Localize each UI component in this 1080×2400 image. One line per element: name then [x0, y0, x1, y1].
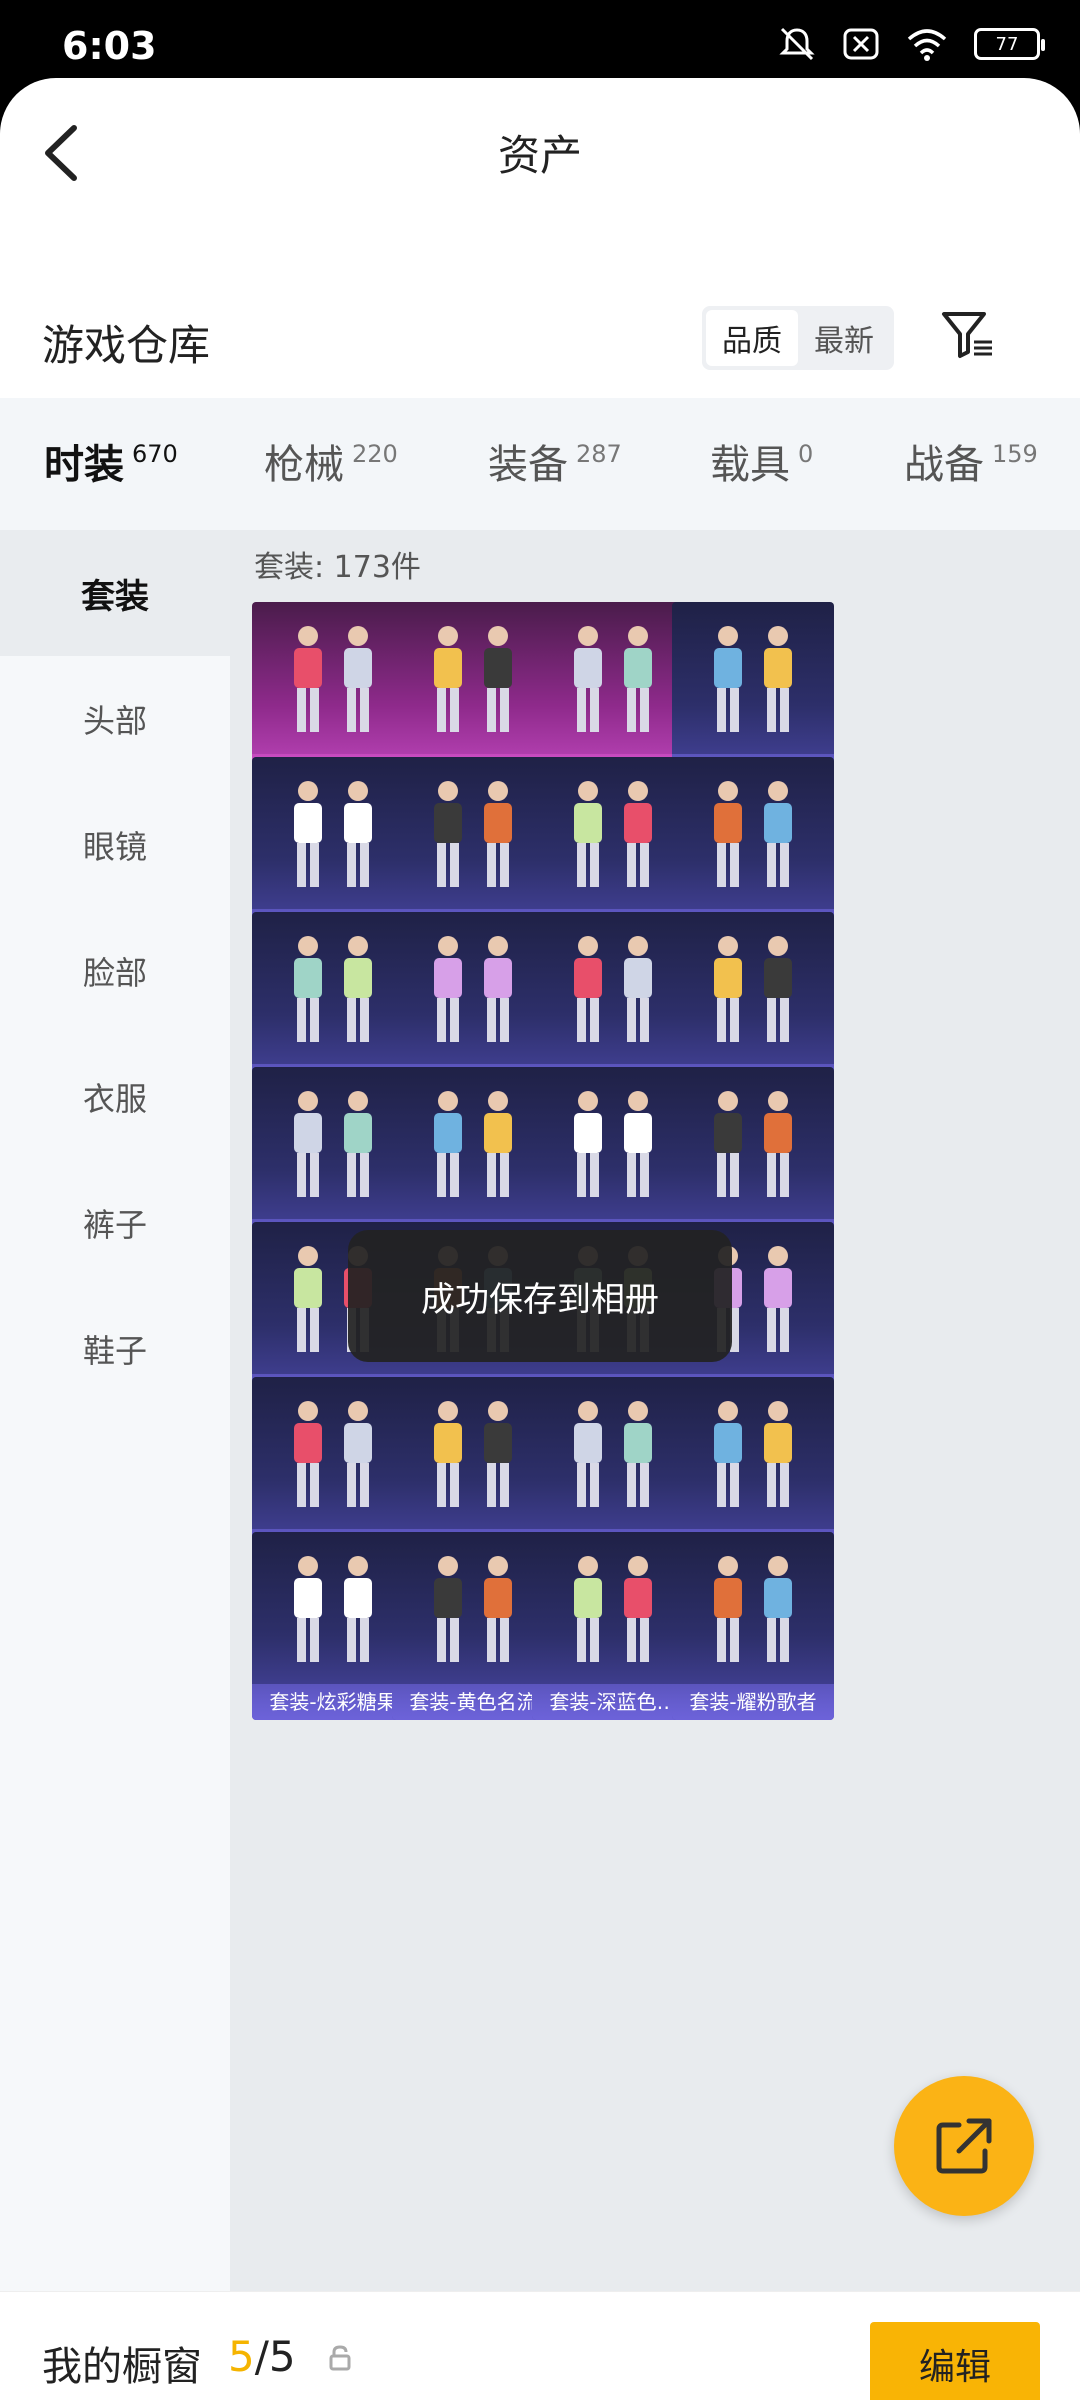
share-button[interactable] [894, 2076, 1034, 2216]
tab-count: 287 [576, 440, 622, 468]
outfit-thumbnail [434, 781, 512, 887]
tab-count: 220 [352, 440, 398, 468]
wifi-icon [907, 29, 947, 61]
outfit-thumbnail [434, 1091, 512, 1197]
tab-guns[interactable]: 枪械 220 [264, 432, 398, 490]
outfit-thumbnail [574, 1401, 652, 1507]
sidebar-item-clothes[interactable]: 衣服 [0, 1034, 230, 1160]
outfit-thumbnail [434, 1556, 512, 1662]
outfit-thumbnail [294, 936, 372, 1042]
showcase-count-current: 5 [228, 2332, 255, 2381]
status-time: 6:03 [62, 24, 157, 68]
sidebar-item-pants[interactable]: 裤子 [0, 1160, 230, 1286]
showcase-count-total: /5 [254, 2332, 296, 2381]
item-count-label: 套装: 173件 [254, 550, 421, 585]
tab-label: 装备 [488, 442, 568, 488]
showcase-bar: 我的橱窗 5/5 编辑 [0, 2291, 1080, 2400]
tab-label: 载具 [710, 442, 790, 488]
warehouse-header: 游戏仓库 品质 最新 [0, 296, 1080, 386]
item-card[interactable]: 套装-炫彩糖果 [252, 1532, 414, 1720]
filter-icon[interactable] [938, 304, 998, 364]
outfit-thumbnail [574, 1091, 652, 1197]
sort-newest-button[interactable]: 最新 [798, 310, 890, 366]
outfit-thumbnail [434, 626, 512, 732]
battery-icon: 77 [974, 28, 1045, 60]
outfit-thumbnail [714, 1556, 792, 1662]
outfit-thumbnail [714, 1401, 792, 1507]
sidebar-item-head[interactable]: 头部 [0, 656, 230, 782]
tab-label: 时装 [44, 442, 124, 488]
item-name: 套装-炫彩糖果 [252, 1684, 414, 1720]
outfit-thumbnail [574, 1556, 652, 1662]
tab-vehicles[interactable]: 载具 0 [710, 432, 813, 490]
outfit-thumbnail [294, 1401, 372, 1507]
mute-icon [779, 27, 815, 61]
tab-fashion[interactable]: 时装 670 [44, 432, 178, 490]
item-name: 套装-黄色名流 [392, 1684, 554, 1720]
item-card[interactable]: 套装-耀粉歌者 [672, 1532, 834, 1720]
tab-count: 0 [798, 440, 814, 468]
sort-toggle: 品质 最新 [702, 306, 894, 370]
item-card[interactable]: 套装-深蓝色… [532, 1532, 694, 1720]
outfit-thumbnail [294, 626, 372, 732]
sort-quality-button[interactable]: 品质 [706, 310, 798, 366]
tab-label: 战备 [904, 442, 984, 488]
share-icon [936, 2118, 992, 2174]
outfit-thumbnail [294, 1091, 372, 1197]
tab-supplies[interactable]: 战备 159 [904, 432, 1038, 490]
sub-category-sidebar: 套装 头部 眼镜 脸部 衣服 裤子 鞋子 [0, 530, 230, 2292]
outfit-thumbnail [574, 936, 652, 1042]
item-card[interactable]: 套装-黄色名流 [392, 1532, 554, 1720]
showcase-count: 5/5 [228, 2332, 296, 2381]
outfit-thumbnail [294, 781, 372, 887]
category-tabs: 时装 670 枪械 220 装备 287 载具 0 战备 159 [0, 398, 1080, 530]
outfit-thumbnail [714, 1091, 792, 1197]
status-bar: 6:03 77 [0, 0, 1080, 90]
page-title: 资产 [497, 131, 582, 180]
item-name: 套装-耀粉歌者 [672, 1684, 834, 1720]
warehouse-title: 游戏仓库 [42, 321, 211, 370]
outfit-thumbnail [434, 1401, 512, 1507]
sidebar-item-face[interactable]: 脸部 [0, 908, 230, 1034]
sim-off-icon [843, 28, 879, 60]
tab-count: 670 [132, 440, 178, 468]
app-screen: 资产 游戏仓库 品质 最新 时装 670 枪械 220 装备 287 载具 0 战备 15… [0, 78, 1080, 2400]
outfit-thumbnail [434, 936, 512, 1042]
showcase-label: 我的橱窗 [42, 2344, 202, 2390]
status-icons: 77 [778, 26, 1045, 62]
sidebar-item-suit[interactable]: 套装 [0, 530, 230, 656]
tab-count: 159 [992, 440, 1038, 468]
sidebar-item-shoes[interactable]: 鞋子 [0, 1286, 230, 1412]
outfit-thumbnail [574, 626, 652, 732]
sidebar-item-glasses[interactable]: 眼镜 [0, 782, 230, 908]
outfit-thumbnail [714, 781, 792, 887]
toast-message: 成功保存到相册 [348, 1230, 732, 1362]
tab-label: 枪械 [264, 442, 344, 488]
tab-equipment[interactable]: 装备 287 [488, 432, 622, 490]
outfit-thumbnail [574, 781, 652, 887]
outfit-thumbnail [294, 1556, 372, 1662]
edit-button[interactable]: 编辑 [870, 2322, 1040, 2400]
outfit-thumbnail [714, 626, 792, 732]
item-name: 套装-深蓝色… [532, 1684, 694, 1720]
outfit-thumbnail [714, 936, 792, 1042]
item-grid-panel: 套装: 173件 角色-绯穹魔姬套装-蓝莓炮弹套装-潮汐统领套装-彩旗巡礼套装-… [230, 530, 1080, 2292]
lock-icon [329, 2345, 351, 2371]
